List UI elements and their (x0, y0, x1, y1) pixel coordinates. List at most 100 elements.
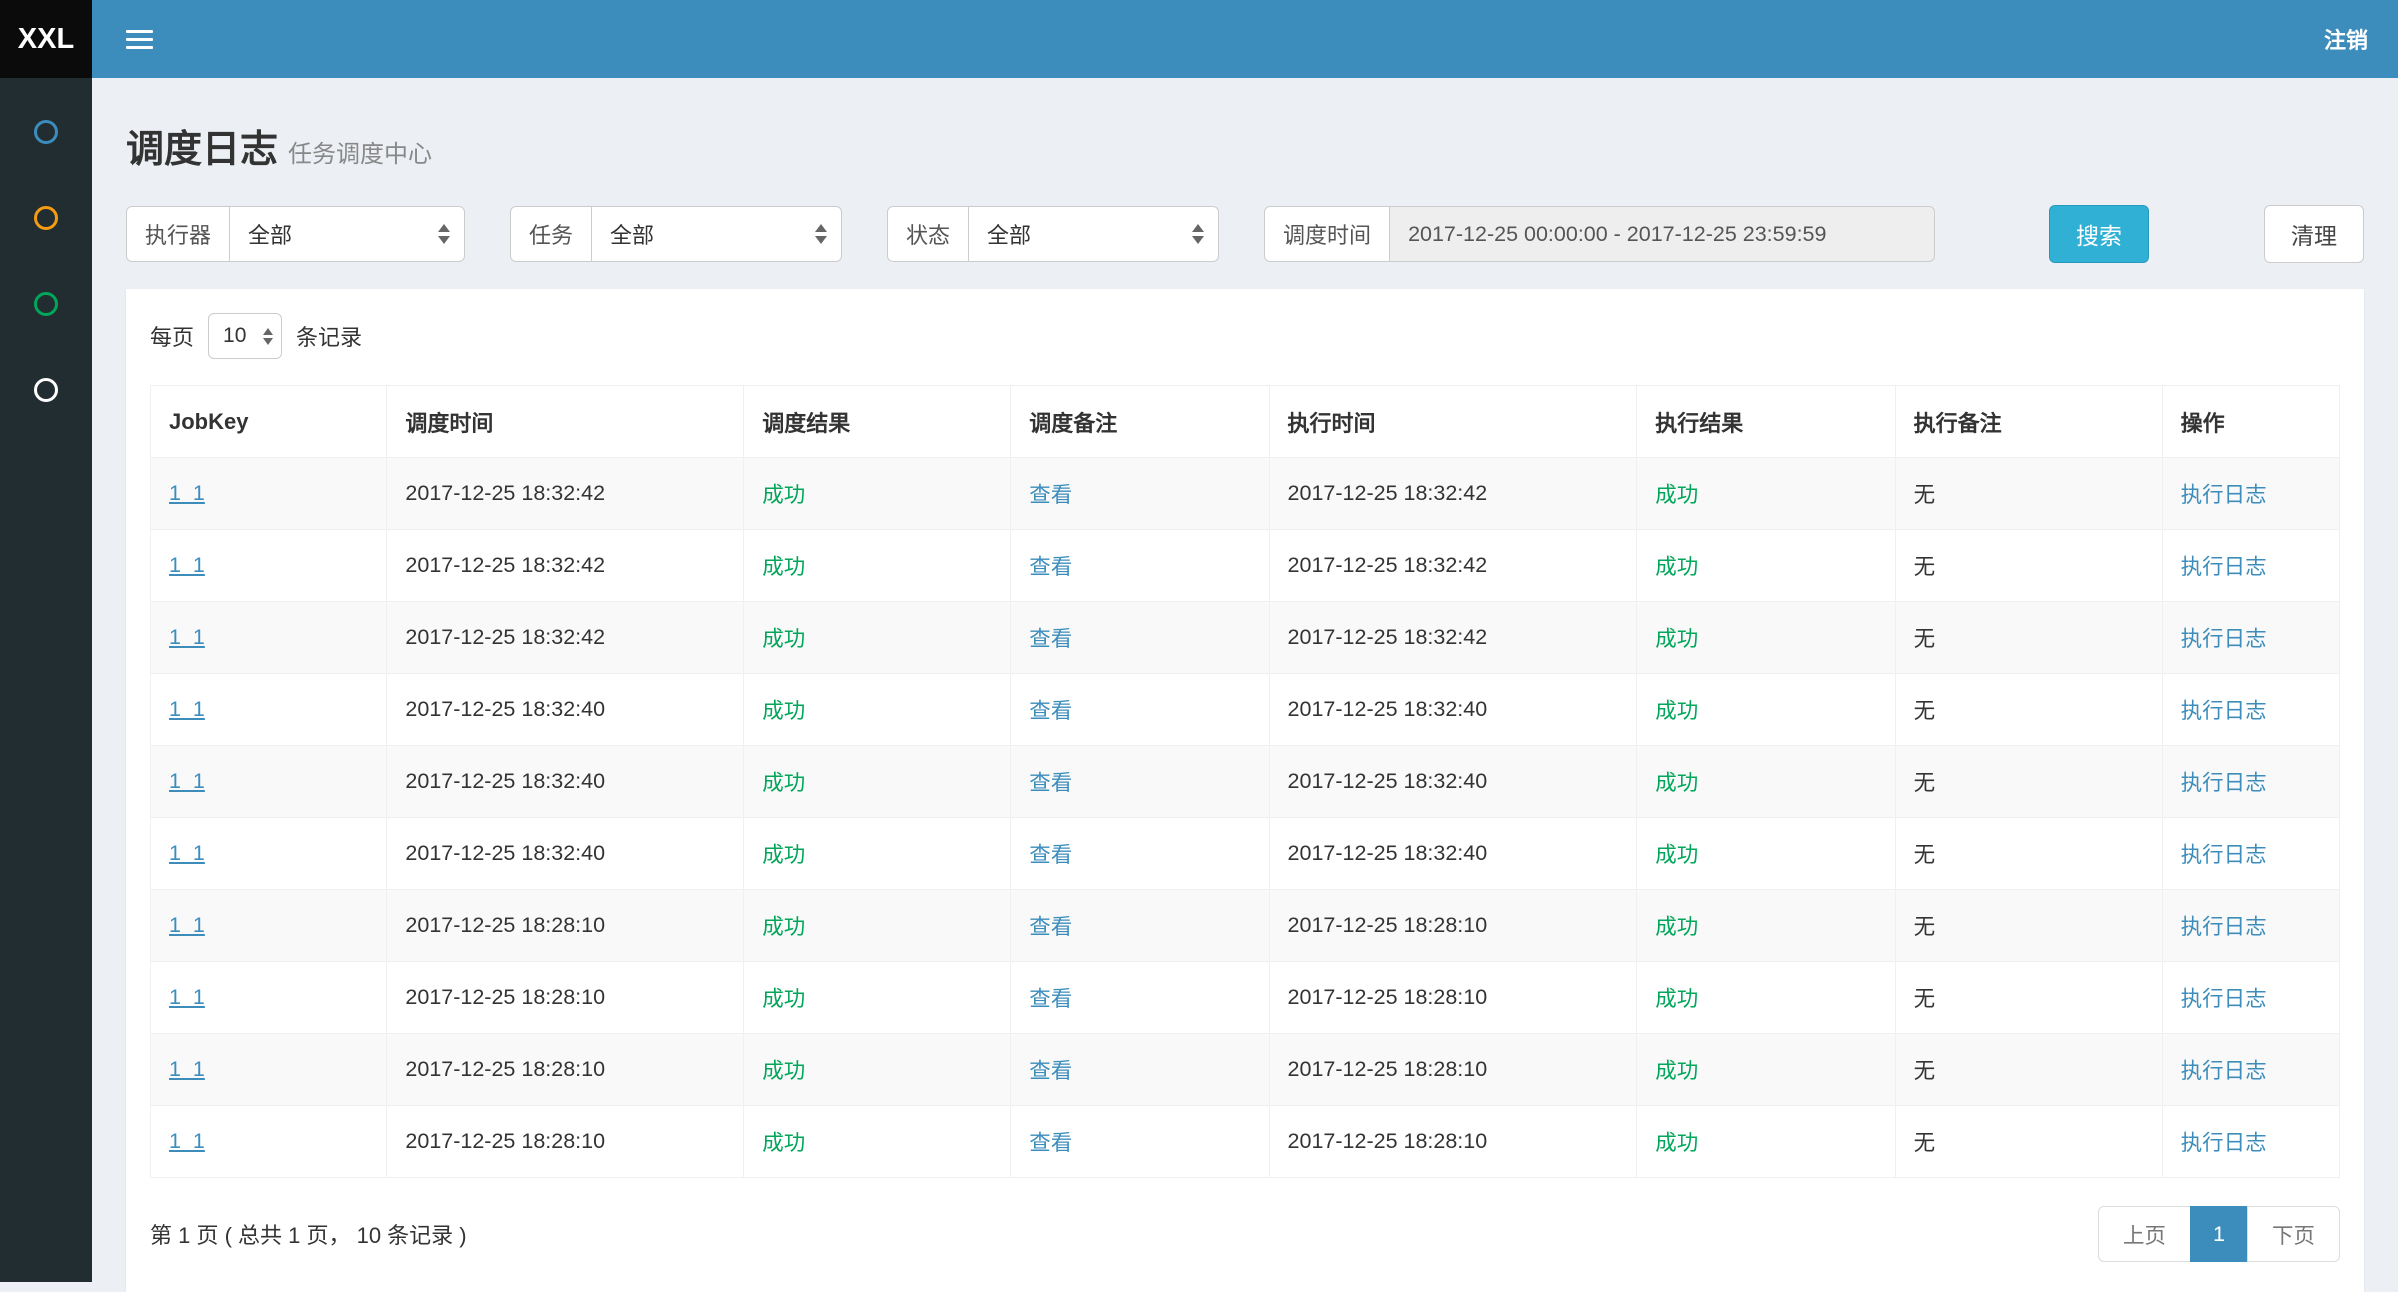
jobkey-link[interactable]: 1_1 (169, 625, 205, 649)
dispatch-remark-cell: 查看 (1011, 674, 1269, 746)
table-row: 1_1 2017-12-25 18:28:10 成功 查看 2017-12-25… (151, 890, 2340, 962)
jobkey-link[interactable]: 1_1 (169, 481, 205, 505)
page-number-button[interactable]: 1 (2190, 1206, 2248, 1262)
time-range-input[interactable]: 2017-12-25 00:00:00 - 2017-12-25 23:59:5… (1390, 206, 1935, 262)
column-header-dispatch-result[interactable]: 调度结果 (744, 386, 1011, 458)
page-size-prefix-label: 每页 (150, 320, 194, 352)
exec-log-link[interactable]: 执行日志 (2181, 555, 2267, 579)
sidebar-item-2[interactable] (34, 206, 58, 230)
exec-log-link[interactable]: 执行日志 (2181, 1131, 2267, 1155)
search-button[interactable]: 搜索 (2049, 205, 2149, 263)
exec-log-link[interactable]: 执行日志 (2181, 1059, 2267, 1083)
exec-remark-cell: 无 (1895, 458, 2162, 530)
exec-log-link[interactable]: 执行日志 (2181, 483, 2267, 507)
dispatch-remark-link[interactable]: 查看 (1029, 699, 1072, 723)
exec-log-link[interactable]: 执行日志 (2181, 699, 2267, 723)
sidebar-item-3[interactable] (34, 292, 58, 316)
clear-button[interactable]: 清理 (2264, 205, 2364, 263)
exec-log-link[interactable]: 执行日志 (2181, 627, 2267, 651)
dispatch-remark-link[interactable]: 查看 (1029, 843, 1072, 867)
dispatch-time-cell: 2017-12-25 18:32:40 (387, 746, 744, 818)
exec-result-text: 成功 (1655, 843, 1698, 867)
column-header-dispatch-remark[interactable]: 调度备注 (1011, 386, 1269, 458)
status-select[interactable]: 全部 (969, 206, 1219, 262)
action-cell: 执行日志 (2162, 530, 2339, 602)
prev-page-button[interactable]: 上页 (2098, 1206, 2191, 1262)
action-cell: 执行日志 (2162, 890, 2339, 962)
dispatch-result-cell: 成功 (744, 890, 1011, 962)
exec-time-cell: 2017-12-25 18:32:42 (1269, 458, 1637, 530)
job-select[interactable]: 全部 (592, 206, 842, 262)
exec-remark-cell: 无 (1895, 746, 2162, 818)
next-page-button[interactable]: 下页 (2247, 1206, 2340, 1262)
jobkey-cell: 1_1 (151, 890, 387, 962)
page-subtitle: 任务调度中心 (288, 141, 432, 168)
jobkey-link[interactable]: 1_1 (169, 985, 205, 1009)
exec-result-text: 成功 (1655, 483, 1698, 507)
exec-log-link[interactable]: 执行日志 (2181, 843, 2267, 867)
action-cell: 执行日志 (2162, 674, 2339, 746)
exec-log-link[interactable]: 执行日志 (2181, 987, 2267, 1011)
column-header-exec-time[interactable]: 执行时间 (1269, 386, 1637, 458)
jobkey-link[interactable]: 1_1 (169, 1129, 205, 1153)
circle-icon (34, 206, 58, 230)
dispatch-remark-link[interactable]: 查看 (1029, 1131, 1072, 1155)
sidebar-toggle-icon[interactable] (126, 30, 153, 49)
exec-time-cell: 2017-12-25 18:28:10 (1269, 1034, 1637, 1106)
exec-remark-cell: 无 (1895, 962, 2162, 1034)
dispatch-remark-link[interactable]: 查看 (1029, 555, 1072, 579)
column-header-action[interactable]: 操作 (2162, 386, 2339, 458)
page-size-select[interactable]: 10 (208, 313, 282, 359)
dispatch-remark-cell: 查看 (1011, 746, 1269, 818)
dispatch-result-text: 成功 (762, 627, 805, 651)
exec-remark-cell: 无 (1895, 890, 2162, 962)
select-stepper-icon (263, 328, 273, 345)
column-header-jobkey[interactable]: JobKey (151, 386, 387, 458)
exec-result-text: 成功 (1655, 699, 1698, 723)
dispatch-remark-link[interactable]: 查看 (1029, 915, 1072, 939)
dispatch-time-cell: 2017-12-25 18:28:10 (387, 1034, 744, 1106)
sidebar-item-1[interactable] (34, 120, 58, 144)
jobkey-link[interactable]: 1_1 (169, 553, 205, 577)
dispatch-time-cell: 2017-12-25 18:32:40 (387, 674, 744, 746)
exec-result-cell: 成功 (1637, 602, 1895, 674)
exec-log-link[interactable]: 执行日志 (2181, 915, 2267, 939)
exec-result-cell: 成功 (1637, 1034, 1895, 1106)
exec-result-text: 成功 (1655, 555, 1698, 579)
brand-logo[interactable]: XXL (0, 0, 92, 78)
action-cell: 执行日志 (2162, 458, 2339, 530)
executor-select[interactable]: 全部 (230, 206, 465, 262)
column-header-exec-result[interactable]: 执行结果 (1637, 386, 1895, 458)
column-header-dispatch-time[interactable]: 调度时间 (387, 386, 744, 458)
dispatch-remark-link[interactable]: 查看 (1029, 1059, 1072, 1083)
pagination: 上页 1 下页 (2098, 1206, 2340, 1262)
column-header-exec-remark[interactable]: 执行备注 (1895, 386, 2162, 458)
exec-remark-cell: 无 (1895, 530, 2162, 602)
jobkey-link[interactable]: 1_1 (169, 1057, 205, 1081)
dispatch-remark-link[interactable]: 查看 (1029, 627, 1072, 651)
jobkey-link[interactable]: 1_1 (169, 697, 205, 721)
table-row: 1_1 2017-12-25 18:32:42 成功 查看 2017-12-25… (151, 458, 2340, 530)
dispatch-time-cell: 2017-12-25 18:32:40 (387, 818, 744, 890)
jobkey-link[interactable]: 1_1 (169, 841, 205, 865)
exec-result-text: 成功 (1655, 771, 1698, 795)
sidebar-item-4[interactable] (34, 378, 58, 402)
dispatch-result-text: 成功 (762, 843, 805, 867)
select-stepper-icon (815, 224, 827, 244)
dispatch-remark-link[interactable]: 查看 (1029, 987, 1072, 1011)
exec-remark-cell: 无 (1895, 818, 2162, 890)
executor-select-value: 全部 (248, 218, 292, 250)
exec-log-link[interactable]: 执行日志 (2181, 771, 2267, 795)
jobkey-link[interactable]: 1_1 (169, 913, 205, 937)
dispatch-result-cell: 成功 (744, 1034, 1011, 1106)
jobkey-cell: 1_1 (151, 818, 387, 890)
dispatch-remark-link[interactable]: 查看 (1029, 771, 1072, 795)
dispatch-remark-link[interactable]: 查看 (1029, 483, 1072, 507)
logout-link[interactable]: 注销 (2324, 23, 2368, 55)
table-row: 1_1 2017-12-25 18:32:40 成功 查看 2017-12-25… (151, 674, 2340, 746)
filter-bar: 执行器 全部 任务 全部 状态 全部 调度时间 2017-12-25 00:00… (126, 205, 2364, 263)
filter-status: 状态 全部 (887, 206, 1219, 262)
filter-time-range: 调度时间 2017-12-25 00:00:00 - 2017-12-25 23… (1264, 206, 1935, 262)
select-stepper-icon (438, 224, 450, 244)
jobkey-link[interactable]: 1_1 (169, 769, 205, 793)
